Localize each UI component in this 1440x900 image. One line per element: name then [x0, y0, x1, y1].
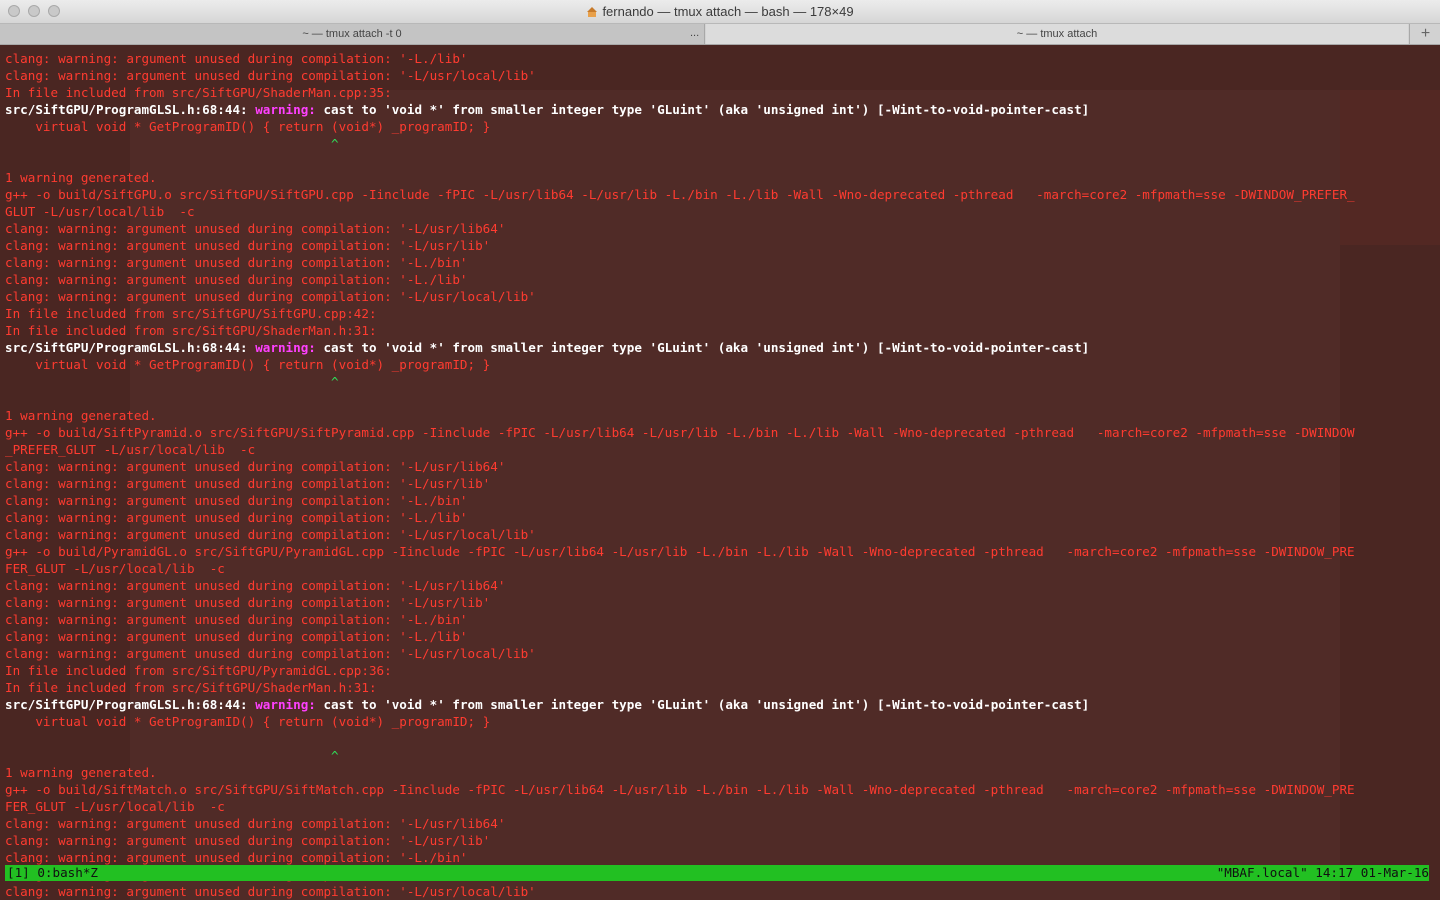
terminal-line: clang: warning: argument unused during c… — [5, 272, 468, 287]
terminal-line: clang: warning: argument unused during c… — [5, 646, 536, 661]
terminal-line: src/SiftGPU/ProgramGLSL.h:68:44: warning… — [5, 101, 1435, 118]
terminal-line: clang: warning: argument unused during c… — [5, 629, 468, 644]
tab-bar: ~ — tmux attach -t 0 ... ~ — tmux attach… — [0, 24, 1440, 45]
terminal-line: clang: warning: argument unused during c… — [5, 578, 506, 593]
terminal-line: src/SiftGPU/ProgramGLSL.h:68:44: warning… — [5, 339, 1435, 356]
terminal-line: clang: warning: argument unused during c… — [5, 527, 536, 542]
terminal-line: ^ — [5, 374, 339, 389]
terminal-line: virtual void * GetProgramID() { return (… — [5, 714, 491, 729]
terminal-line: clang: warning: argument unused during c… — [5, 493, 468, 508]
terminal-line: clang: warning: argument unused during c… — [5, 510, 468, 525]
tab-label: ~ — tmux attach -t 0 — [302, 28, 402, 40]
terminal-line: clang: warning: argument unused during c… — [5, 595, 491, 610]
terminal-line: g++ -o build/SiftMatch.o src/SiftGPU/Sif… — [5, 782, 1355, 797]
warning-location: src/SiftGPU/ProgramGLSL.h:68:44: — [5, 340, 256, 355]
warning-location: src/SiftGPU/ProgramGLSL.h:68:44: — [5, 697, 256, 712]
add-tab-button[interactable]: + — [1409, 24, 1440, 44]
terminal-line: GLUT -L/usr/local/lib -c — [5, 204, 195, 219]
tmux-host-clock: "MBAF.local" 14:17 01-Mar-16 — [1216, 865, 1429, 880]
terminal-line: clang: warning: argument unused during c… — [5, 459, 506, 474]
terminal-line: virtual void * GetProgramID() { return (… — [5, 119, 491, 134]
window-title: fernando — tmux attach — bash — 178×49 — [602, 4, 854, 19]
terminal-line: clang: warning: argument unused during c… — [5, 850, 468, 865]
warning-keyword: warning: — [255, 340, 316, 355]
terminal-line: clang: warning: argument unused during c… — [5, 221, 506, 236]
terminal-line: clang: warning: argument unused during c… — [5, 68, 536, 83]
warning-message: cast to 'void *' from smaller integer ty… — [315, 102, 1090, 117]
terminal-line: _PREFER_GLUT -L/usr/local/lib -c — [5, 442, 256, 457]
terminal-line: clang: warning: argument unused during c… — [5, 833, 491, 848]
terminal-line: FER_GLUT -L/usr/local/lib -c — [5, 561, 225, 576]
terminal-line: g++ -o build/SiftPyramid.o src/SiftGPU/S… — [5, 425, 1355, 440]
terminal-line: 1 warning generated. — [5, 408, 157, 423]
warning-message: cast to 'void *' from smaller integer ty… — [315, 697, 1090, 712]
tab-label: ~ — tmux attach — [1016, 28, 1098, 40]
title-bar: fernando — tmux attach — bash — 178×49 — [0, 0, 1440, 24]
window-title-container: fernando — tmux attach — bash — 178×49 — [0, 4, 1440, 19]
terminal-line: clang: warning: argument unused during c… — [5, 816, 506, 831]
terminal-line: clang: warning: argument unused during c… — [5, 238, 491, 253]
warning-keyword: warning: — [255, 697, 316, 712]
terminal-line: In file included from src/SiftGPU/Shader… — [5, 323, 377, 338]
tmux-status-bar: [1] 0:bash*Z "MBAF.local" 14:17 01-Mar-1… — [5, 865, 1429, 881]
terminal-line: FER_GLUT -L/usr/local/lib -c — [5, 799, 225, 814]
tab-tmux-attach[interactable]: ~ — tmux attach — [706, 24, 1408, 44]
terminal-line: ^ — [5, 136, 339, 151]
warning-message: cast to 'void *' from smaller integer ty… — [315, 340, 1090, 355]
terminal-line: src/SiftGPU/ProgramGLSL.h:68:44: warning… — [5, 696, 1435, 713]
terminal-line: 1 warning generated. — [5, 170, 157, 185]
home-icon — [586, 7, 598, 17]
terminal-output: clang: warning: argument unused during c… — [5, 50, 1435, 900]
terminal-line: In file included from src/SiftGPU/Shader… — [5, 680, 377, 695]
terminal-line: In file included from src/SiftGPU/Shader… — [5, 85, 392, 100]
terminal-line: ^ — [5, 748, 339, 763]
terminal-line: clang: warning: argument unused during c… — [5, 884, 536, 899]
terminal-line: g++ -o build/PyramidGL.o src/SiftGPU/Pyr… — [5, 544, 1355, 559]
terminal-line: virtual void * GetProgramID() { return (… — [5, 357, 491, 372]
tab-overflow-indicator: ... — [690, 27, 700, 39]
terminal-line: clang: warning: argument unused during c… — [5, 476, 491, 491]
terminal-line: clang: warning: argument unused during c… — [5, 289, 536, 304]
terminal-line: clang: warning: argument unused during c… — [5, 51, 468, 66]
terminal-line: In file included from src/SiftGPU/Pyrami… — [5, 663, 392, 678]
terminal-line: clang: warning: argument unused during c… — [5, 612, 468, 627]
terminal-line: In file included from src/SiftGPU/SiftGP… — [5, 306, 377, 321]
terminal-line: 1 warning generated. — [5, 765, 157, 780]
terminal-line: clang: warning: argument unused during c… — [5, 255, 468, 270]
warning-location: src/SiftGPU/ProgramGLSL.h:68:44: — [5, 102, 256, 117]
terminal-line: g++ -o build/SiftGPU.o src/SiftGPU/SiftG… — [5, 187, 1355, 202]
tab-tmux-attach-t0[interactable]: ~ — tmux attach -t 0 — [0, 24, 705, 44]
warning-keyword: warning: — [255, 102, 316, 117]
tmux-window-list[interactable]: [1] 0:bash*Z — [7, 865, 98, 881]
